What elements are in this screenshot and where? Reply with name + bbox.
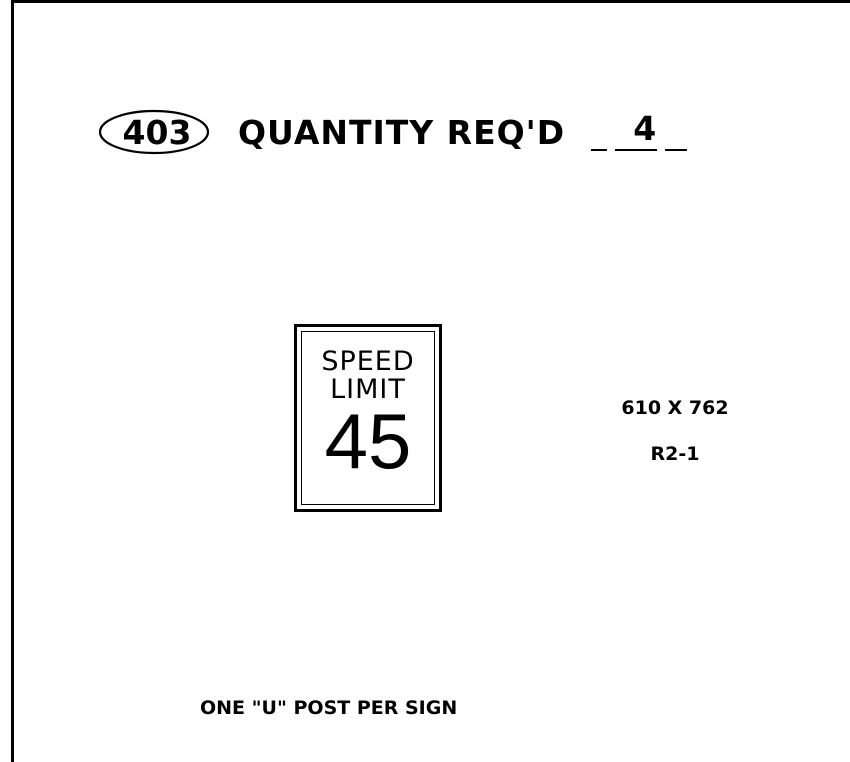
- sign-line-speed: SPEED: [321, 346, 415, 377]
- quantity-value: 4: [633, 109, 657, 148]
- quantity-underline-dash: [631, 149, 658, 151]
- sign-code: R2-1: [650, 443, 700, 465]
- sign-inner-border: SPEED LIMIT 45: [301, 331, 435, 505]
- item-number: 403: [122, 112, 192, 152]
- quantity-underline-dash: [615, 149, 632, 151]
- sign-speed-number: 45: [324, 397, 412, 485]
- quantity-blank: 4: [591, 109, 691, 155]
- sign-size: 610 X 762: [621, 397, 729, 419]
- speed-limit-sign: SPEED LIMIT 45: [294, 324, 442, 512]
- quantity-underline-dash: [665, 149, 688, 151]
- item-number-badge: 403: [98, 109, 210, 155]
- quantity-underline-dash: [591, 149, 608, 151]
- header-row: 403 QUANTITY REQ'D 4: [98, 108, 691, 156]
- quantity-label: QUANTITY REQ'D: [238, 112, 566, 152]
- post-note: ONE "U" POST PER SIGN: [200, 697, 458, 719]
